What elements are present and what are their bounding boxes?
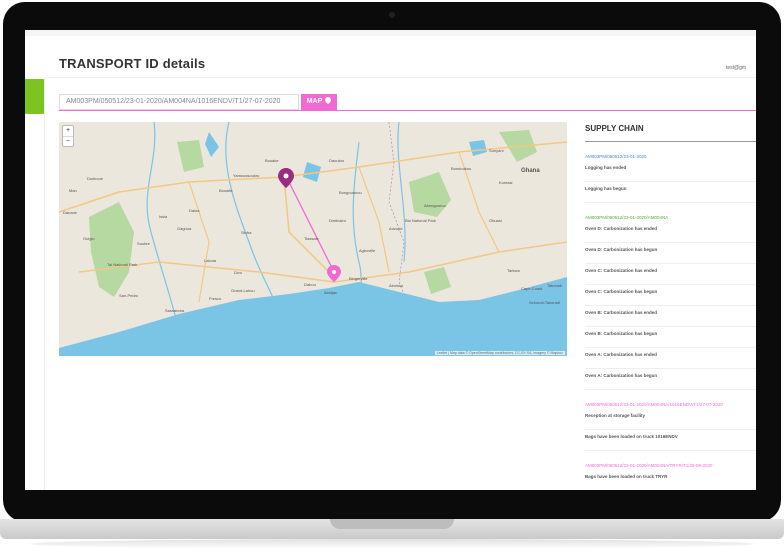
place-label: Sassandra (165, 308, 185, 313)
page-title: TRANSPORT ID details (59, 56, 206, 71)
supply-chain-event: Oven C: Carbonization has ended (585, 264, 756, 285)
place-label: Adzope (389, 226, 403, 231)
field-underline (59, 110, 756, 111)
supply-chain-event: Oven D: Carbonization has ended (585, 222, 756, 243)
laptop-notch (330, 519, 454, 529)
supply-chain-group: AM003PM/050512/23-01-2020/AM004NA Oven D:… (585, 215, 756, 390)
marker-dot (332, 270, 336, 274)
place-label: Bondoukou (451, 166, 471, 171)
place-label: Duekoue (87, 176, 104, 181)
place-label: Ghana (521, 168, 540, 174)
supply-chain-panel: SUPPLY CHAIN AM003PM/050512/23-01-2020 Lo… (585, 122, 756, 490)
supply-chain-event: Oven B: Carbonization has begun (585, 327, 756, 348)
place-label: Bouafle (219, 188, 233, 193)
place-label: Bingerville (349, 276, 368, 281)
place-label: Tiassale (304, 236, 320, 241)
place-label: Bongouanou (339, 190, 362, 195)
place-label: Tarkwa (507, 268, 520, 273)
supply-chain-group-id[interactable]: AM003PM/050512/23-01-2020/AM004NA/TRYR/T… (585, 463, 756, 470)
place-label: Bouake (265, 158, 279, 163)
title-divider (44, 77, 756, 78)
place-label: Abengourou (424, 203, 446, 208)
map-button[interactable]: MAP (301, 94, 337, 110)
place-label: Lakota (204, 258, 217, 263)
place-label: Gagnoa (177, 226, 192, 231)
supply-chain-list: AM003PM/050512/23-01-2020 Logging has end… (585, 154, 756, 490)
sidebar-divider (44, 79, 45, 490)
sidebar-active-tab[interactable] (25, 79, 44, 114)
place-label: Man (69, 188, 77, 193)
supply-chain-group-id[interactable]: AM003PM/050512/23-01-2020/AM004NA/1016EN… (585, 402, 756, 409)
place-label: Sunyani (489, 148, 504, 153)
place-label: Takoradi (547, 283, 562, 288)
transport-id-field[interactable]: AM003PM/050512/23-01-2020/AM004NA/1016EN… (59, 94, 299, 110)
supply-chain-group: AM003PM/050512/23-01-2020 Logging has end… (585, 154, 756, 203)
zoom-in-button[interactable]: + (63, 126, 73, 137)
map-view[interactable]: Man Danane Duekoue Guiglo Soubre Gagnoa Issia D… (59, 122, 567, 356)
place-label: Aboisso (389, 283, 404, 288)
place-label: Guiglo (83, 236, 95, 241)
supply-chain-event: Oven C: Carbonization has begun (585, 285, 756, 306)
user-label[interactable]: test@gm (726, 65, 746, 71)
place-label: Fresco (209, 296, 222, 301)
place-label: Bia National Park (405, 218, 436, 223)
supply-chain-event: Reception at storage facility (585, 409, 756, 430)
laptop-shadow (30, 539, 754, 549)
place-label: Daloa (189, 208, 200, 213)
place-label: Tai National Park (107, 262, 137, 267)
supply-chain-event: Bags have been loaded on truck TRYR (585, 470, 756, 490)
camera-icon (389, 12, 395, 18)
place-label: Cape Coast (521, 286, 543, 291)
app-screen: TRANSPORT ID details test@gm AM003PM/050… (25, 30, 756, 490)
place-label: Sekondi-Takoradi (529, 300, 560, 305)
supply-chain-group: AM003PM/050512/23-01-2020/AM004NA/TRYR/T… (585, 463, 756, 490)
supply-chain-group: AM003PM/050512/23-01-2020/AM004NA/1016EN… (585, 402, 756, 451)
supply-chain-group-id[interactable]: AM003PM/050512/23-01-2020 (585, 154, 756, 161)
place-label: Soubre (137, 241, 151, 246)
map-button-label: MAP (306, 98, 323, 105)
place-label: Dimbokro (329, 218, 347, 223)
map-canvas[interactable]: Man Danane Duekoue Guiglo Soubre Gagnoa Issia D… (59, 122, 567, 356)
place-label: Agboville (359, 248, 376, 253)
map-pin-icon (324, 95, 333, 105)
supply-chain-title: SUPPLY CHAIN (585, 122, 756, 142)
zoom-control: + − (62, 125, 74, 147)
place-label: Daoukro (329, 158, 345, 163)
zoom-out-button[interactable]: − (66, 138, 70, 145)
supply-chain-event: Oven A: Carbonization has ended (585, 348, 756, 369)
place-label: Divo (234, 270, 243, 275)
supply-chain-event: Oven D: Carbonization has begun (585, 243, 756, 264)
place-label: Obuasi (489, 218, 502, 223)
place-label: Abidjan (324, 290, 337, 295)
place-label: San-Pedro (119, 293, 139, 298)
supply-chain-event: Oven B: Carbonization has ended (585, 306, 756, 327)
place-label: Kumasi (499, 180, 512, 185)
place-label: Dabou (304, 282, 316, 287)
map-attribution[interactable]: Leaflet | Map data © OpenStreetMap contr… (434, 351, 565, 355)
place-label: Sinfra (241, 230, 252, 235)
supply-chain-event: Oven A: Carbonization has begun (585, 369, 756, 390)
top-bar (25, 30, 756, 36)
place-label: Grand-Lahou (231, 288, 255, 293)
supply-chain-event: Logging has begun (585, 182, 756, 203)
place-label: Yamoussoukro (233, 173, 260, 178)
marker-dot (283, 173, 289, 179)
supply-chain-group-id[interactable]: AM003PM/050512/23-01-2020/AM004NA (585, 215, 756, 222)
place-label: Danane (63, 210, 78, 215)
supply-chain-event: Logging has ended (585, 161, 756, 182)
supply-chain-event: Bags have been loaded on truck 1016ENDV (585, 430, 756, 451)
place-label: Issia (159, 214, 168, 219)
